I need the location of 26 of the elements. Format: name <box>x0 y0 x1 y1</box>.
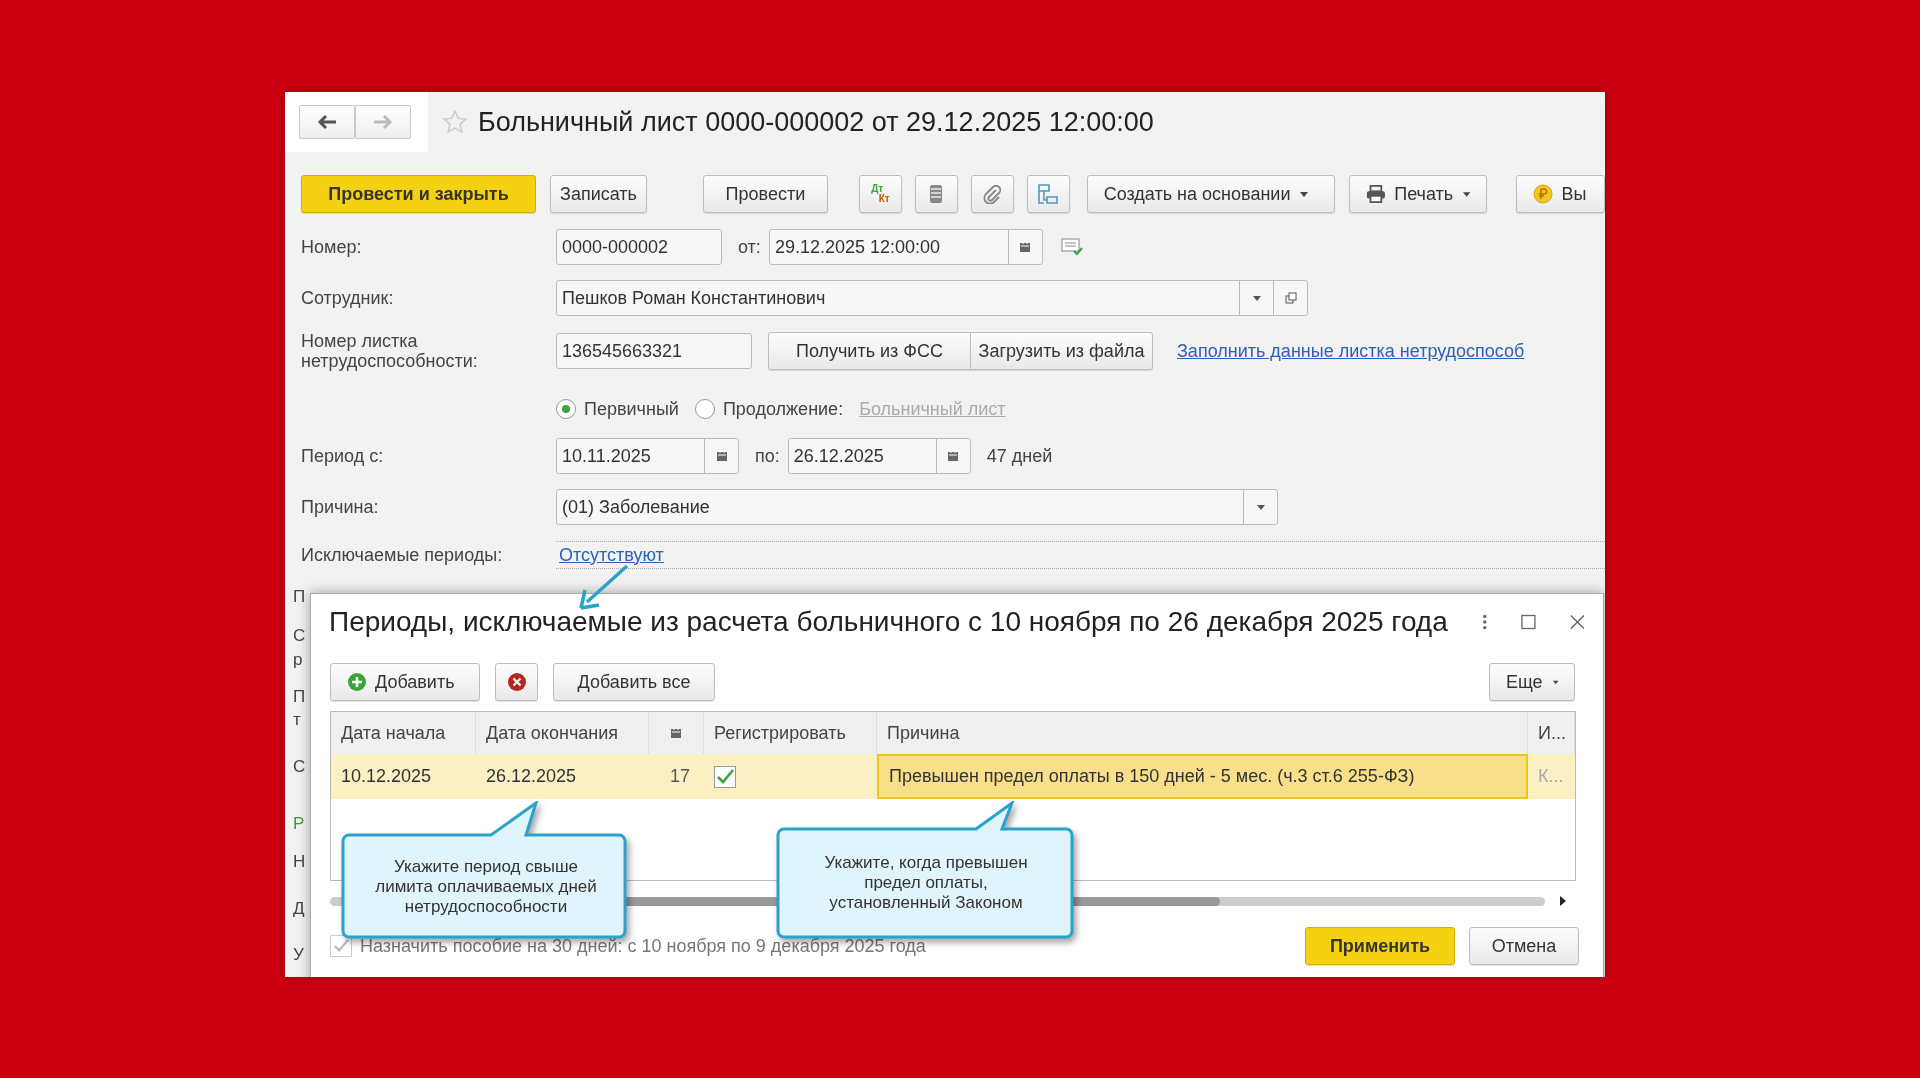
table-cell-text: К... <box>1537 765 1565 788</box>
duration-text: 47 дней <box>986 445 1053 467</box>
field-label: Номер: <box>301 236 363 258</box>
table-cell-text: 10.12.2025 <box>340 765 433 788</box>
field-label: У <box>293 945 304 965</box>
field-label: по: <box>755 445 780 467</box>
field-label: от: <box>738 236 761 258</box>
field-label: Н <box>293 852 306 872</box>
field-label: Номер листка нетрудоспособности: <box>301 331 479 371</box>
field-label: Причина: <box>301 496 380 518</box>
field-label: Сотрудник: <box>301 287 395 309</box>
table-cell-text: 17 <box>668 765 691 788</box>
field-label: Р <box>293 814 305 834</box>
table-cell: Превышен предел оплаты в 150 дней - 5 мес. (ч.3 ст.6 255-ФЗ) <box>877 754 1528 799</box>
field-label: Д <box>293 899 305 919</box>
field-label: П <box>293 687 306 707</box>
field-label: Период с: <box>301 445 385 467</box>
field-label: Исключаемые периоды: <box>301 544 504 566</box>
field-label: П <box>293 587 306 607</box>
dialog-title: Периоды, исключаемые из расчета больничного с 10 ноября по 26 декабря 2025 года <box>329 606 1448 638</box>
window-title: Больничный лист 0000-000002 от 29.12.2025 12:00:00 <box>478 106 1154 138</box>
field-label: С <box>293 626 306 646</box>
field-label: р <box>293 650 303 670</box>
table-cell-text: 26.12.2025 <box>485 765 578 788</box>
field-label: т <box>293 710 301 730</box>
field-label: С <box>293 757 306 777</box>
